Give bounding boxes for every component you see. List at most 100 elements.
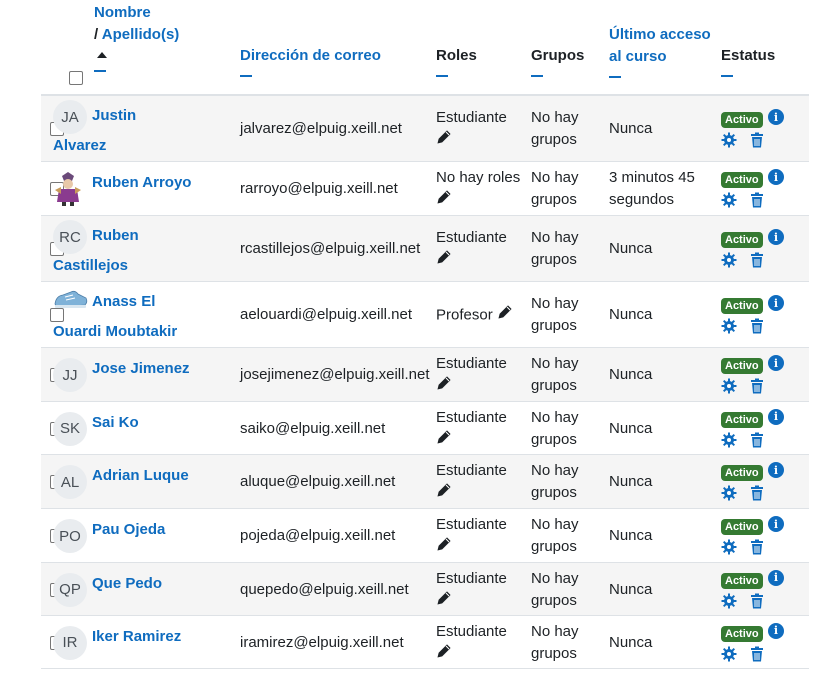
user-name-link[interactable]: Pau Ojeda: [53, 515, 201, 545]
gear-icon[interactable]: [721, 192, 737, 208]
user-last-access: Nunca: [609, 632, 652, 654]
user-name-link[interactable]: Adrian Luque: [53, 461, 201, 491]
gear-icon[interactable]: [721, 646, 737, 662]
user-name-link[interactable]: Iker Ramirez: [53, 622, 201, 652]
pencil-icon[interactable]: [436, 536, 452, 559]
trash-icon[interactable]: [750, 432, 764, 448]
user-roles: Estudiante: [436, 514, 507, 559]
role-label: Estudiante: [436, 109, 507, 126]
user-email: jalvarez@elpuig.xeill.net: [240, 120, 402, 137]
user-groups: No hay grupos: [531, 227, 579, 271]
info-icon[interactable]: i: [768, 229, 784, 245]
gear-icon[interactable]: [721, 593, 737, 609]
info-icon[interactable]: i: [768, 462, 784, 478]
user-email: rcastillejos@elpuig.xeill.net: [240, 240, 421, 257]
pencil-icon[interactable]: [436, 429, 452, 452]
groups-line2: grupos: [531, 430, 577, 448]
minus-icon[interactable]: [240, 75, 252, 77]
last-access-line2: segundos: [609, 191, 675, 208]
trash-icon[interactable]: [750, 539, 764, 555]
info-icon[interactable]: i: [768, 355, 784, 371]
user-last-access: Nunca: [609, 364, 652, 386]
sort-ascending-icon: [97, 52, 107, 58]
last-access-line1: Nunca: [609, 120, 653, 137]
trash-icon[interactable]: [750, 132, 764, 148]
user-name-link[interactable]: Sai Ko: [53, 408, 201, 438]
info-icon[interactable]: i: [768, 408, 784, 425]
user-email: rarroyo@elpuig.xeill.net: [240, 180, 398, 197]
minus-icon[interactable]: [436, 75, 448, 77]
info-icon[interactable]: i: [768, 109, 784, 125]
user-name-line1: Pau Ojeda: [92, 521, 166, 538]
user-name-link[interactable]: Que Pedo: [53, 569, 201, 599]
sort-by-first-name-link[interactable]: Nombre: [94, 4, 151, 21]
user-roles: Estudiante: [436, 227, 507, 272]
sort-by-email-link[interactable]: Dirección de correo: [240, 47, 381, 64]
minus-icon[interactable]: [721, 75, 733, 77]
user-roles: Estudiante: [436, 407, 507, 452]
last-access-line1: Nunca: [609, 633, 653, 651]
groups-line2: grupos: [531, 191, 577, 208]
sort-by-last-name-link[interactable]: Apellido(s): [102, 26, 180, 43]
last-access-line1: Nunca: [609, 473, 653, 490]
trash-icon[interactable]: [750, 252, 764, 268]
info-icon[interactable]: i: [768, 622, 784, 639]
user-name-link[interactable]: Ruben Arroyo: [53, 168, 201, 198]
minus-icon[interactable]: [531, 75, 543, 77]
info-icon[interactable]: i: [768, 169, 784, 185]
user-roles: Profesor: [436, 304, 513, 327]
info-icon[interactable]: i: [768, 569, 784, 586]
last-access-label-1: Último acceso: [609, 26, 711, 43]
user-name-link[interactable]: Jose Jimenez: [53, 354, 201, 384]
column-header-email: Dirección de correo: [240, 45, 381, 77]
gear-icon[interactable]: [721, 252, 737, 268]
trash-icon[interactable]: [750, 593, 764, 609]
user-name-line1: Sai Ko: [92, 413, 139, 431]
groups-line2: grupos: [531, 591, 577, 609]
trash-icon[interactable]: [750, 646, 764, 662]
groups-line1: No hay: [531, 355, 579, 372]
row-divider: [41, 668, 809, 669]
status-badge: Activo: [721, 625, 763, 642]
gear-icon[interactable]: [721, 485, 737, 501]
pencil-icon[interactable]: [436, 129, 452, 152]
gear-icon[interactable]: [721, 132, 737, 148]
pencil-icon[interactable]: [436, 643, 452, 666]
user-name-link[interactable]: Ruben Castillejos: [53, 221, 201, 281]
user-name-link[interactable]: Justin Alvarez: [53, 101, 201, 161]
sort-by-last-access-link[interactable]: Último acceso al curso: [609, 26, 711, 65]
gear-icon[interactable]: [721, 318, 737, 334]
groups-line1: No hay: [531, 229, 579, 246]
info-icon[interactable]: i: [768, 295, 784, 311]
pencil-icon[interactable]: [436, 482, 452, 505]
column-header-name: Nombre / Apellido(s): [94, 2, 179, 72]
pencil-icon[interactable]: [436, 375, 452, 398]
user-groups: No hay grupos: [531, 514, 579, 558]
trash-icon[interactable]: [750, 318, 764, 334]
last-access-label-2: al curso: [609, 48, 667, 65]
pencil-icon[interactable]: [436, 590, 452, 613]
status-badge: Activo: [721, 519, 763, 535]
trash-icon[interactable]: [750, 485, 764, 501]
pencil-icon[interactable]: [497, 304, 513, 327]
user-name-link[interactable]: Anass El Ouardi Moubtakir: [53, 287, 201, 347]
name-separator: /: [94, 26, 102, 43]
minus-icon[interactable]: [609, 76, 621, 78]
user-last-access: Nunca: [609, 304, 652, 326]
minus-icon[interactable]: [94, 70, 106, 72]
user-roles: No hay roles: [436, 167, 520, 212]
trash-icon[interactable]: [750, 378, 764, 394]
column-header-roles: Roles: [436, 45, 477, 77]
user-email: aelouardi@elpuig.xeill.net: [240, 306, 413, 323]
groups-line1: No hay: [531, 569, 579, 587]
select-all-checkbox[interactable]: [69, 71, 83, 85]
pencil-icon[interactable]: [436, 249, 452, 272]
gear-icon[interactable]: [721, 539, 737, 555]
gear-icon[interactable]: [721, 432, 737, 448]
trash-icon[interactable]: [750, 192, 764, 208]
user-last-access: Nunca: [609, 471, 652, 493]
pencil-icon[interactable]: [436, 189, 452, 212]
info-icon[interactable]: i: [768, 516, 784, 532]
groups-line2: grupos: [531, 644, 577, 662]
gear-icon[interactable]: [721, 378, 737, 394]
